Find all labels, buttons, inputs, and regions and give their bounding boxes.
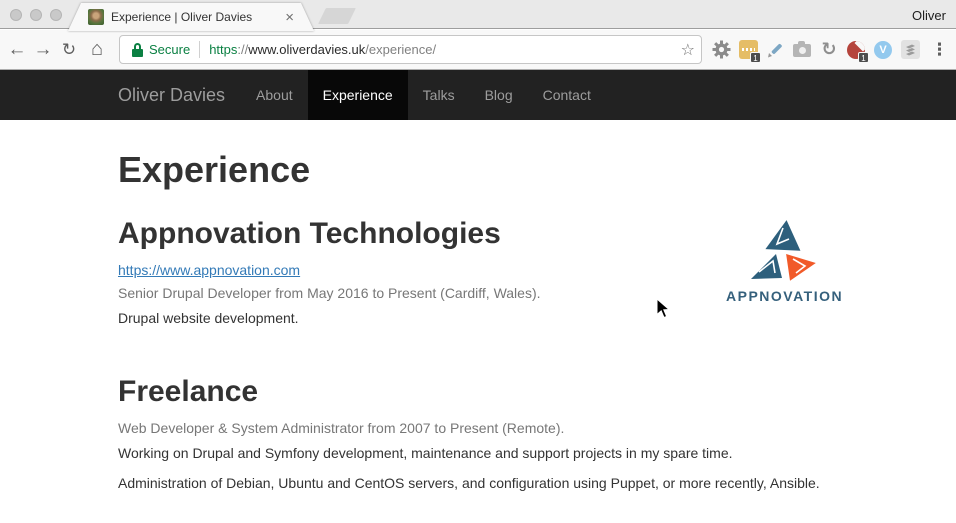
tab-title: Experience | Oliver Davies: [111, 10, 277, 24]
appnovation-logo-text: APPNOVATION: [726, 288, 842, 304]
experience-section-appnovation: Appnovation Technologies https://www.app…: [118, 217, 838, 328]
history-sync-extension-icon[interactable]: ↻: [819, 40, 839, 60]
url-host: www.oliverdavies.uk: [248, 42, 365, 57]
secure-chip-label[interactable]: Secure: [149, 42, 190, 57]
nav-item-experience[interactable]: Experience: [308, 70, 408, 120]
freelance-description-1: Working on Drupal and Symfony developmen…: [118, 443, 838, 463]
chrome-profile-name[interactable]: Oliver: [912, 8, 946, 23]
nav-item-talks[interactable]: Talks: [408, 70, 470, 120]
settings-gear-icon[interactable]: [711, 40, 731, 60]
freelance-role-text: Web Developer & System Administrator fro…: [118, 418, 838, 438]
minimize-window-button[interactable]: [30, 9, 42, 21]
red-pie-extension-icon[interactable]: 1: [846, 40, 866, 60]
back-button[interactable]: ←: [4, 30, 30, 69]
url-path: /experience/: [365, 42, 436, 57]
v-circle-extension-icon[interactable]: V: [873, 40, 893, 60]
close-window-button[interactable]: [10, 9, 22, 21]
page-ruler-extension-icon[interactable]: 1: [738, 40, 758, 60]
browser-toolbar: ← → ↻ ⌂ Secure https://www.oliverdavies.…: [0, 30, 956, 70]
extension-badge: 1: [858, 52, 869, 63]
appnovation-link[interactable]: https://www.appnovation.com: [118, 262, 300, 278]
freelance-description-2: Administration of Debian, Ubuntu and Cen…: [118, 473, 838, 493]
extension-badge: 1: [750, 52, 761, 63]
forward-button[interactable]: →: [30, 30, 56, 69]
bookmark-star-icon[interactable]: ☆: [681, 40, 695, 60]
url-separator: ://: [237, 42, 248, 57]
tab-favicon: [88, 9, 104, 25]
url-scheme: https: [209, 42, 237, 57]
layers-extension-icon[interactable]: [900, 40, 920, 60]
omnibox-divider: [199, 41, 200, 58]
nav-item-contact[interactable]: Contact: [528, 70, 606, 120]
site-navbar: Oliver Davies About Experience Talks Blo…: [0, 70, 956, 120]
eyedropper-extension-icon[interactable]: [765, 40, 785, 60]
nav-item-blog[interactable]: Blog: [470, 70, 528, 120]
section-heading-freelance: Freelance: [118, 375, 838, 408]
camera-extension-icon[interactable]: [792, 40, 812, 60]
nav-item-about[interactable]: About: [241, 70, 308, 120]
appnovation-description: Drupal website development.: [118, 308, 838, 328]
reload-button[interactable]: ↻: [56, 30, 82, 69]
page-title: Experience: [118, 150, 838, 190]
zoom-window-button[interactable]: [50, 9, 62, 21]
site-brand-link[interactable]: Oliver Davies: [118, 70, 225, 120]
mouse-cursor: [656, 298, 670, 324]
chrome-menu-icon[interactable]: ⋮: [931, 40, 948, 60]
home-button[interactable]: ⌂: [84, 30, 110, 69]
experience-section-freelance: Freelance Web Developer & System Adminis…: [118, 375, 838, 493]
extension-icons-row: 1 ↻ 1 V: [711, 30, 948, 69]
browser-tab[interactable]: Experience | Oliver Davies ×: [68, 3, 314, 31]
appnovation-logo: APPNOVATION: [726, 219, 842, 304]
tab-close-icon[interactable]: ×: [285, 10, 294, 25]
address-bar[interactable]: Secure https://www.oliverdavies.uk/exper…: [119, 35, 702, 64]
url-text[interactable]: https://www.oliverdavies.uk/experience/: [209, 42, 436, 57]
new-tab-button[interactable]: [318, 8, 356, 24]
appnovation-logo-mark: [747, 219, 821, 281]
page-content: Experience Appnovation Technologies http…: [0, 120, 956, 523]
secure-lock-icon: [132, 43, 143, 57]
